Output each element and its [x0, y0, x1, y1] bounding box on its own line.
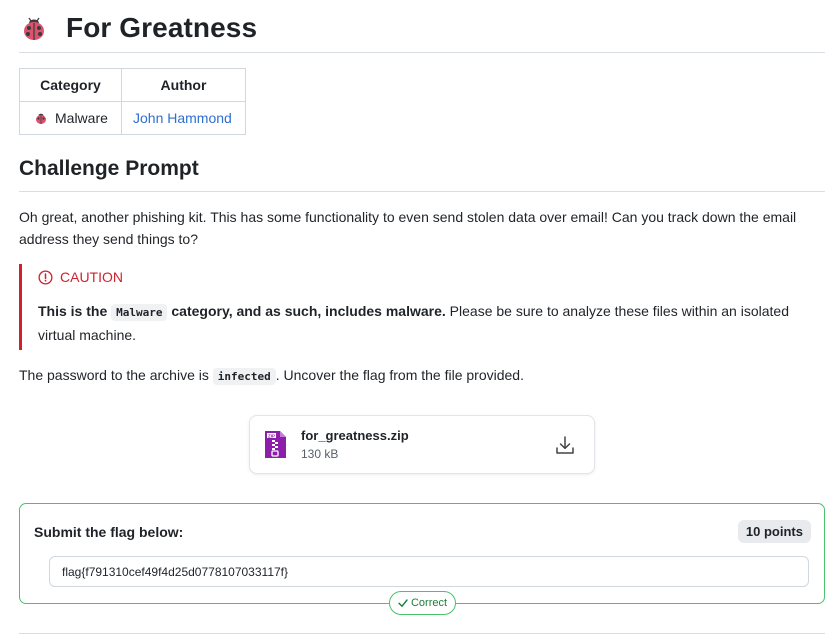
flag-input[interactable]: flag{f791310cef49f4d25d0778107033117f} [49, 556, 809, 587]
category-code: Malware [111, 304, 168, 321]
caution-bold-prefix: This is the [38, 303, 112, 319]
prompt-text: Oh great, another phishing kit. This has… [19, 209, 797, 247]
author-link[interactable]: John Hammond [133, 110, 232, 126]
flag-submission-panel: Submit the flag below: 10 points flag{f7… [19, 503, 825, 604]
author-header: Author [121, 68, 246, 102]
divider [19, 52, 825, 53]
download-icon[interactable] [555, 435, 575, 455]
ladybug-icon [36, 113, 46, 124]
category-value: Malware [55, 110, 108, 126]
correct-label: Correct [410, 597, 448, 609]
password-suffix: . Uncover the flag from the file provide… [275, 367, 524, 383]
caution-alert: CAUTION This is the Malware category, an… [19, 264, 822, 350]
section-heading: Challenge Prompt [19, 157, 199, 180]
divider [19, 633, 825, 634]
password-text: The password to the archive is infected.… [19, 364, 825, 388]
category-cell: Malware [19, 101, 122, 135]
zip-file-icon: ZIP [265, 431, 286, 458]
caution-body: This is the Malware category, and as suc… [38, 300, 808, 346]
page-header: For Greatness [20, 8, 257, 48]
svg-text:ZIP: ZIP [268, 433, 275, 438]
file-name: for_greatness.zip [301, 428, 409, 443]
file-size: 130 kB [301, 447, 339, 461]
alert-circle-icon [38, 269, 53, 285]
correct-status-badge: Correct [389, 591, 456, 615]
checkmark-icon [398, 599, 408, 607]
flag-label: Submit the flag below: [34, 524, 184, 540]
password-prefix: The password to the archive is [19, 367, 213, 383]
page-title: For Greatness [66, 12, 258, 43]
ladybug-icon [24, 17, 44, 40]
challenge-meta-table: Category Author Malware John Hammond [19, 68, 246, 135]
category-header: Category [19, 68, 122, 102]
points-badge: 10 points [737, 520, 811, 543]
caution-label: CAUTION [60, 269, 123, 285]
caution-bold-suffix: category, and as such, includes malware. [167, 303, 446, 319]
file-attachment[interactable]: ZIP for_greatness.zip 130 kB [249, 415, 595, 474]
author-cell: John Hammond [121, 101, 246, 135]
password-code: infected [212, 368, 276, 385]
divider [19, 191, 825, 192]
